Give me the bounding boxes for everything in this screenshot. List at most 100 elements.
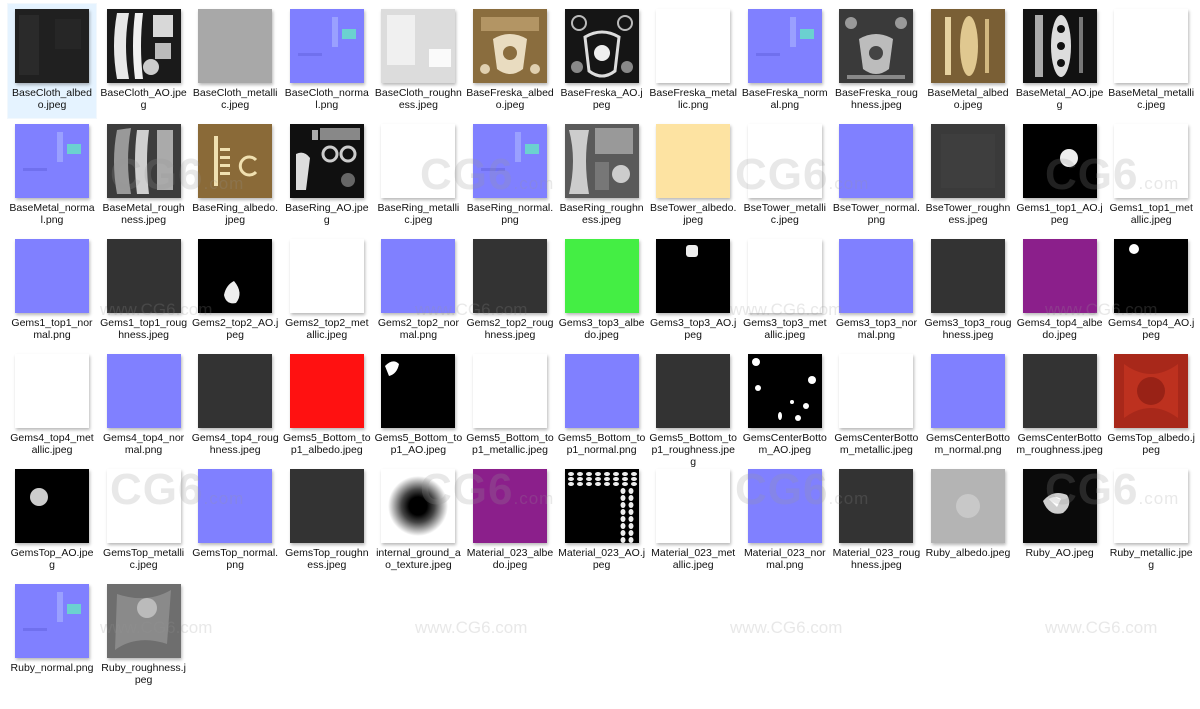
file-item-basefreska-albedo[interactable]: BaseFreska_albedo.jpeg [466,4,554,118]
file-thumbnail [15,584,89,658]
file-item-gems4-top4-normal[interactable]: Gems4_top4_normal.png [100,349,188,463]
file-item-gems4-top4-ao[interactable]: Gems4_top4_AO.jpeg [1107,234,1195,348]
file-item-gems2-top2-ao[interactable]: Gems2_top2_AO.jpeg [191,234,279,348]
file-item-material-023-metallic[interactable]: Material_023_metallic.jpeg [649,464,737,578]
file-item-bsetower-normal[interactable]: BseTower_normal.png [832,119,920,233]
file-item-gems1-top1-ao[interactable]: Gems1_top1_AO.jpeg [1016,119,1104,233]
file-thumbnail [473,124,547,198]
file-item-gems3-top3-albedo[interactable]: Gems3_top3_albedo.jpeg [558,234,646,348]
file-item-bsetower-metallic[interactable]: BseTower_metallic.jpeg [741,119,829,233]
file-item-gems2-top2-normal[interactable]: Gems2_top2_normal.png [374,234,462,348]
file-item-material-023-ao[interactable]: Material_023_AO.jpeg [558,464,646,578]
file-item-gems4-top4-albedo[interactable]: Gems4_top4_albedo.jpeg [1016,234,1104,348]
file-item-material-023-roughness[interactable]: Material_023_roughness.jpeg [832,464,920,578]
file-item-ruby-roughness[interactable]: Ruby_roughness.jpeg [100,579,188,693]
file-item-gems1-top1-normal[interactable]: Gems1_top1_normal.png [8,234,96,348]
file-thumbnail [839,9,914,83]
file-item-gems2-top2-metallic[interactable]: Gems2_top2_metallic.jpeg [283,234,371,348]
file-thumbnail [931,354,1005,428]
file-thumbnail [15,9,89,83]
file-name-label: GemsTop_AO.jpeg [10,547,94,571]
file-item-ruby-normal[interactable]: Ruby_normal.png [8,579,96,693]
file-item-basefreska-ao[interactable]: BaseFreska_AO.jpeg [558,4,646,118]
file-thumbnail [747,354,822,428]
file-name-label: BaseCloth_albedo.jpeg [12,87,92,111]
file-item-gems5-bottom-top1-roughness[interactable]: Gems5_Bottom_top1_roughness.jpeg [649,349,737,468]
file-thumbnail [289,354,364,428]
file-item-gemscenterbottom-normal[interactable]: GemsCenterBottom_normal.png [924,349,1012,463]
file-item-gemscenterbottom-ao[interactable]: GemsCenterBottom_AO.jpeg [741,349,829,463]
file-item-gemstop-ao[interactable]: GemsTop_AO.jpeg [8,464,96,578]
file-thumbnail [106,469,181,543]
file-name-label: Material_023_albedo.jpeg [466,547,554,571]
file-item-gemscenterbottom-roughness[interactable]: GemsCenterBottom_roughness.jpeg [1016,349,1104,463]
file-item-internal-ground-ao-texture[interactable]: internal_ground_ao_texture.jpeg [374,464,462,578]
file-item-gems5-bottom-top1-albedo[interactable]: Gems5_Bottom_top1_albedo.jpeg [283,349,371,463]
file-item-basefreska-roughness[interactable]: BaseFreska_roughness.jpeg [832,4,920,118]
file-thumbnail [747,469,822,543]
file-item-gemstop-normal[interactable]: GemsTop_normal.png [191,464,279,578]
file-item-basering-ao[interactable]: BaseRing_AO.jpeg [283,119,371,233]
file-item-gems4-top4-metallic[interactable]: Gems4_top4_metallic.jpeg [8,349,96,463]
file-item-material-023-normal[interactable]: Material_023_normal.png [741,464,829,578]
file-item-bsetower-albedo[interactable]: BseTower_albedo.jpeg [649,119,737,233]
file-item-basefreska-normal[interactable]: BaseFreska_normal.png [741,4,829,118]
file-item-ruby-metallic[interactable]: Ruby_metallic.jpeg [1107,464,1195,578]
file-thumbnail [656,124,731,198]
file-name-label: Material_023_metallic.jpeg [651,547,736,571]
file-name-label: Ruby_AO.jpeg [1025,547,1094,559]
file-item-gems3-top3-metallic[interactable]: Gems3_top3_metallic.jpeg [741,234,829,348]
file-item-basecloth-roughness[interactable]: BaseCloth_roughness.jpeg [374,4,462,118]
file-name-label: BaseRing_normal.png [466,202,554,226]
file-thumbnail [656,354,731,428]
file-item-basecloth-normal[interactable]: BaseCloth_normal.png [283,4,371,118]
file-name-label: BaseMetal_roughness.jpeg [102,202,185,226]
file-item-basecloth-albedo[interactable]: BaseCloth_albedo.jpeg [7,3,97,119]
file-name-label: GemsCenterBottom_normal.png [925,432,1011,456]
file-item-gems3-top3-normal[interactable]: Gems3_top3_normal.png [832,234,920,348]
file-thumbnail [381,469,456,543]
file-item-gemstop-albedo[interactable]: GemsTop_albedo.jpeg [1107,349,1195,463]
file-name-label: BaseRing_metallic.jpeg [377,202,460,226]
file-item-ruby-albedo[interactable]: Ruby_albedo.jpeg [924,464,1012,578]
file-item-gems3-top3-ao[interactable]: Gems3_top3_AO.jpeg [649,234,737,348]
file-item-basecloth-metallic[interactable]: BaseCloth_metallic.jpeg [191,4,279,118]
file-item-gems5-bottom-top1-ao[interactable]: Gems5_Bottom_top1_AO.jpeg [374,349,462,463]
file-thumbnail [747,9,822,83]
file-thumbnail [564,9,639,83]
file-item-basemetal-roughness[interactable]: BaseMetal_roughness.jpeg [100,119,188,233]
file-item-gems3-top3-roughness[interactable]: Gems3_top3_roughness.jpeg [924,234,1012,348]
file-name-label: Gems1_top1_AO.jpeg [1016,202,1103,226]
file-name-label: BaseMetal_albedo.jpeg [927,87,1009,111]
file-name-label: Gems2_top2_roughness.jpeg [466,317,554,341]
file-item-bsetower-roughness[interactable]: BseTower_roughness.jpeg [924,119,1012,233]
file-item-gems4-top4-roughness[interactable]: Gems4_top4_roughness.jpeg [191,349,279,463]
file-item-basemetal-albedo[interactable]: BaseMetal_albedo.jpeg [924,4,1012,118]
file-item-basecloth-ao[interactable]: BaseCloth_AO.jpeg [100,4,188,118]
file-thumbnail [747,239,822,313]
file-item-gems5-bottom-top1-normal[interactable]: Gems5_Bottom_top1_normal.png [558,349,646,463]
file-item-ruby-ao[interactable]: Ruby_AO.jpeg [1016,464,1104,578]
file-item-material-023-albedo[interactable]: Material_023_albedo.jpeg [466,464,554,578]
file-name-label: GemsCenterBottom_roughness.jpeg [1016,432,1103,456]
file-item-basering-normal[interactable]: BaseRing_normal.png [466,119,554,233]
file-item-basefreska-metallic[interactable]: BaseFreska_metallic.png [649,4,737,118]
file-item-gemscenterbottom-metallic[interactable]: GemsCenterBottom_metallic.jpeg [832,349,920,463]
file-name-label: BaseMetal_metallic.jpeg [1108,87,1195,111]
file-name-label: Gems2_top2_normal.png [377,317,459,341]
file-item-gems1-top1-roughness[interactable]: Gems1_top1_roughness.jpeg [100,234,188,348]
file-name-label: Material_023_AO.jpeg [558,547,646,571]
file-item-gemstop-metallic[interactable]: GemsTop_metallic.jpeg [100,464,188,578]
file-item-basemetal-metallic[interactable]: BaseMetal_metallic.jpeg [1107,4,1195,118]
file-name-label: BaseCloth_normal.png [284,87,369,111]
file-thumbnail [839,239,914,313]
file-item-gems2-top2-roughness[interactable]: Gems2_top2_roughness.jpeg [466,234,554,348]
file-item-basering-roughness[interactable]: BaseRing_roughness.jpeg [558,119,646,233]
file-item-gemstop-roughness[interactable]: GemsTop_roughness.jpeg [283,464,371,578]
file-item-basering-metallic[interactable]: BaseRing_metallic.jpeg [374,119,462,233]
file-item-gems1-top1-metallic[interactable]: Gems1_top1_metallic.jpeg [1107,119,1195,233]
file-item-gems5-bottom-top1-metallic[interactable]: Gems5_Bottom_top1_metallic.jpeg [466,349,554,463]
file-item-basemetal-normal[interactable]: BaseMetal_normal.png [8,119,96,233]
file-item-basemetal-ao[interactable]: BaseMetal_AO.jpeg [1016,4,1104,118]
file-item-basering-albedo[interactable]: BaseRing_albedo.jpeg [191,119,279,233]
